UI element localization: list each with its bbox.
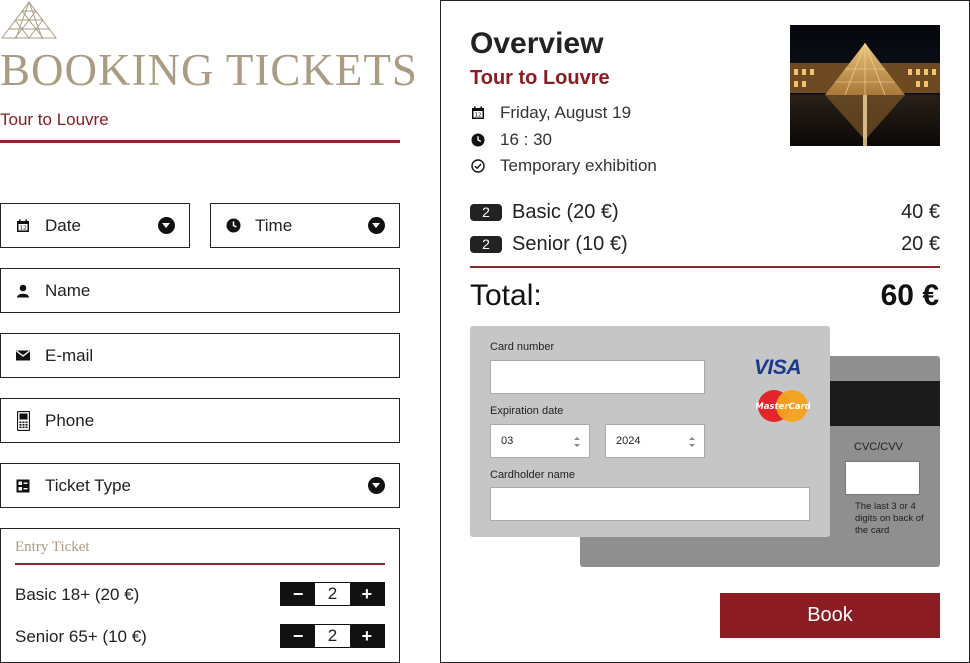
envelope-icon [15,348,31,364]
entry-ticket-panel: Entry Ticket Basic 18+ (20 €) − 2 + Seni… [0,528,400,663]
page-title: BOOKING TICKETS [0,45,418,95]
entry-ticket-title: Entry Ticket [15,539,90,555]
basic-quantity-stepper[interactable]: − 2 + [280,582,385,606]
increment-button[interactable]: + [349,583,384,605]
email-field-placeholder: E-mail [45,345,94,365]
calendar-icon: 12 [15,218,31,234]
expiration-year-select[interactable]: 2024 [605,424,705,458]
expiration-month-value: 03 [501,435,514,447]
cardholder-label: Cardholder name [490,469,575,481]
overview-time-text: 16 : 30 [500,130,552,149]
senior-quantity-stepper[interactable]: − 2 + [280,624,385,648]
mastercard-logo: MasterCard [756,390,810,422]
svg-text:MasterCard: MasterCard [756,402,810,412]
phone-field-placeholder: Phone [45,410,95,430]
overview-ticket-row: 2 Basic (20 €) 40 € [470,200,940,224]
visa-logo: VISA [754,356,802,379]
spinner-arrows-icon[interactable] [688,435,696,449]
divider [15,563,385,565]
cvc-help-text: The last 3 or 4 digits on back of the ca… [855,501,924,536]
divider [0,140,400,143]
email-field[interactable]: E-mail [0,333,400,378]
clock-icon [225,218,241,234]
decrement-button[interactable]: − [281,583,316,605]
overview-date: 12 Friday, August 19 [470,103,631,123]
phone-icon [15,410,31,431]
name-field[interactable]: Name [0,268,400,313]
date-select[interactable]: 12 Date [0,203,190,248]
overview-exhibition: Temporary exhibition [470,156,657,176]
chevron-down-icon[interactable] [368,477,385,494]
ticket-price: 20 € [901,232,940,255]
basic-ticket-label: Basic 18+ (20 €) [15,585,140,604]
calendar-icon: 12 [470,105,486,121]
overview-date-text: Friday, August 19 [500,103,632,122]
ticket-price: 40 € [901,200,940,223]
senior-ticket-label: Senior 65+ (10 €) [15,627,147,646]
expiration-label: Expiration date [490,405,564,417]
pyramid-logo-icon [1,1,57,39]
overview-ticket-row: 2 Senior (10 €) 20 € [470,232,940,256]
expiration-year-value: 2024 [616,435,641,447]
decrement-button[interactable]: − [281,625,316,647]
ticket-type-select[interactable]: Ticket Type [0,463,400,508]
chevron-down-icon[interactable] [158,217,175,234]
time-select[interactable]: Time [210,203,400,248]
card-number-input[interactable] [490,360,705,394]
quantity-value[interactable]: 2 [315,625,350,647]
phone-field[interactable]: Phone [0,398,400,443]
book-button[interactable]: Book [720,593,940,638]
louvre-photo [790,25,940,146]
card-front: Card number Expiration date 03 2024 Card… [470,326,830,537]
quantity-badge: 2 [470,203,502,221]
overview-title: Overview [470,27,604,60]
ticket-type-label: Ticket Type [45,475,131,495]
overview-exhibition-text: Temporary exhibition [500,156,657,175]
user-icon [15,283,31,299]
divider [470,266,940,268]
increment-button[interactable]: + [349,625,384,647]
ticket-name: Basic (20 €) [512,200,619,223]
total-label: Total: [470,279,542,312]
svg-text:12: 12 [475,113,482,119]
cardholder-input[interactable] [490,487,810,521]
overview-panel: Overview Tour to Louvre 12 Friday, Augus… [440,0,970,663]
page-subtitle: Tour to Louvre [0,110,109,129]
overview-tour-name: Tour to Louvre [470,67,610,89]
list-icon [15,478,31,494]
time-select-label: Time [255,215,293,235]
expiration-month-select[interactable]: 03 [490,424,590,458]
total-value: 60 € [880,279,939,312]
spinner-arrows-icon[interactable] [573,435,581,449]
quantity-badge: 2 [470,235,502,253]
ticket-name: Senior (10 €) [512,232,628,255]
cvc-label: CVC/CVV [854,441,903,453]
svg-text:12: 12 [20,225,27,231]
cvc-input[interactable] [845,461,920,495]
card-number-label: Card number [490,341,555,353]
clock-icon [470,132,486,148]
chevron-down-icon[interactable] [368,217,385,234]
date-select-label: Date [45,215,81,235]
name-field-placeholder: Name [45,280,91,300]
overview-time: 16 : 30 [470,130,552,150]
quantity-value[interactable]: 2 [315,583,350,605]
check-circle-icon [470,158,486,174]
